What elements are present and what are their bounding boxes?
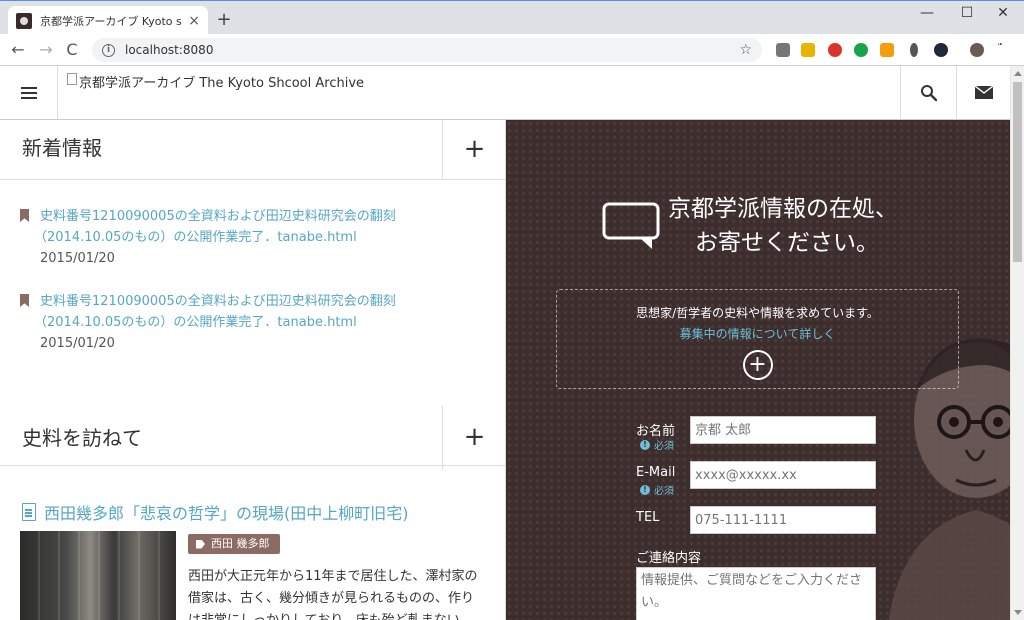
article-link[interactable]: 西田幾多郎「悲哀の哲学」の現場(田中上柳町旧宅) bbox=[22, 500, 409, 524]
browser-tab-strip: 京都学派アーカイブ Kyoto shcool a × + — ☐ ✕ bbox=[0, 0, 1024, 35]
chart-extension-icon[interactable] bbox=[880, 43, 894, 57]
required-text: 必須 bbox=[654, 486, 674, 497]
ruler-extension-icon[interactable] bbox=[801, 43, 815, 57]
pinterest-extension-icon[interactable] bbox=[828, 43, 842, 57]
site-info-icon[interactable]: i bbox=[102, 43, 115, 57]
news-link[interactable]: （2014.10.05のもの）の公開作業完了．tanabe.html bbox=[34, 227, 490, 248]
location-pin-extension-icon[interactable] bbox=[910, 43, 918, 57]
address-bar[interactable]: i localhost:8080 ☆ bbox=[92, 38, 762, 62]
tel-label: TEL bbox=[636, 510, 660, 525]
required-marker: ! 必須 bbox=[640, 482, 674, 497]
browser-tab[interactable]: 京都学派アーカイブ Kyoto shcool a × bbox=[8, 6, 208, 35]
news-item: 史料番号1210090005の全資料および田辺史料研究会の翻刻 （2014.10… bbox=[20, 291, 490, 354]
reload-button[interactable]: C bbox=[62, 40, 82, 60]
news-date: 2015/01/20 bbox=[40, 251, 115, 266]
message-field[interactable] bbox=[636, 567, 876, 620]
scroll-down-arrow-icon[interactable] bbox=[1014, 610, 1022, 615]
contact-heading-line2: お寄せください。 bbox=[695, 230, 879, 256]
profile-avatar-icon[interactable] bbox=[970, 43, 984, 57]
news-section-title: 新着情報 bbox=[22, 136, 102, 160]
site-header: 京都学派アーカイブ The Kyoto Shcool Archive bbox=[0, 66, 1010, 120]
mail-button[interactable] bbox=[956, 66, 1010, 119]
article-title: 西田幾多郎「悲哀の哲学」の現場(田中上柳町旧宅) bbox=[44, 504, 409, 523]
message-label: ご連絡内容 bbox=[636, 551, 702, 566]
camera-extension-icon[interactable] bbox=[776, 43, 790, 57]
grammarly-extension-icon[interactable] bbox=[854, 43, 868, 57]
bookmark-star-icon[interactable]: ☆ bbox=[739, 42, 752, 58]
news-date: 2015/01/20 bbox=[40, 336, 115, 351]
info-text: 思想家/哲学者の史料や情報を求めています。 bbox=[636, 306, 879, 320]
close-window-button[interactable]: ✕ bbox=[988, 5, 1018, 25]
visit-section-title: 史料を訪ねて bbox=[22, 426, 142, 450]
document-icon bbox=[22, 503, 36, 521]
speech-bubble-icon bbox=[602, 202, 660, 249]
scrollbar-thumb[interactable] bbox=[1013, 82, 1022, 262]
info-link[interactable]: 募集中の情報について詳しく bbox=[557, 325, 958, 342]
email-label: E-Mail bbox=[636, 465, 676, 480]
page-scrollbar[interactable] bbox=[1010, 66, 1024, 620]
colorpicker-extension-icon[interactable] bbox=[934, 43, 948, 57]
excerpt-line: は非常にしっかりしており、床も殆ど軋まない。 bbox=[188, 610, 488, 620]
required-text: 必須 bbox=[654, 441, 674, 452]
url-text[interactable]: localhost:8080 bbox=[125, 43, 739, 57]
required-marker: ! 必須 bbox=[640, 437, 674, 452]
excerpt-line: 西田が大正元年から11年まで居住した、澤村家の bbox=[188, 569, 478, 584]
back-button[interactable]: ← bbox=[8, 40, 28, 60]
hamburger-menu-icon[interactable] bbox=[0, 66, 58, 119]
info-box: 思想家/哲学者の史料や情報を求めています。 募集中の情報について詳しく + bbox=[556, 289, 959, 389]
browser-menu-icon[interactable] bbox=[998, 43, 1002, 55]
tab-title: 京都学派アーカイブ Kyoto shcool a bbox=[40, 14, 182, 28]
logo-alt-text: 京都学派アーカイブ The Kyoto Shcool Archive bbox=[79, 76, 365, 91]
tel-field[interactable] bbox=[690, 506, 876, 534]
article-excerpt: 西田が大正元年から11年まで居住した、澤村家の 借家は、古く、幾分傾きが見られる… bbox=[188, 566, 488, 620]
maximize-button[interactable]: ☐ bbox=[952, 5, 982, 25]
info-expand-button[interactable]: + bbox=[742, 350, 773, 380]
new-tab-button[interactable]: + bbox=[214, 9, 234, 30]
news-link[interactable]: （2014.10.05のもの）の公開作業完了．tanabe.html bbox=[34, 312, 490, 333]
search-button[interactable] bbox=[900, 66, 956, 119]
name-field[interactable] bbox=[690, 416, 876, 444]
bookmark-icon bbox=[20, 294, 29, 307]
site-favicon-icon bbox=[16, 12, 32, 29]
bookmark-icon bbox=[20, 209, 29, 222]
broken-image-icon bbox=[67, 73, 77, 85]
search-icon bbox=[920, 84, 937, 101]
person-tag[interactable]: 西田 幾多郎 bbox=[188, 534, 280, 554]
contact-heading-line1: 京都学派情報の在処、 bbox=[668, 196, 898, 222]
article-photo[interactable] bbox=[20, 531, 176, 620]
tag-label: 西田 幾多郎 bbox=[211, 537, 270, 550]
news-item: 史料番号1210090005の全資料および田辺史料研究会の翻刻 （2014.10… bbox=[20, 206, 490, 269]
visit-expand-button[interactable]: + bbox=[442, 406, 505, 470]
news-section-header: 新着情報 + bbox=[0, 120, 505, 180]
visit-section-header: 史料を訪ねて + bbox=[0, 406, 505, 470]
minimize-button[interactable]: — bbox=[912, 5, 942, 25]
scroll-up-arrow-icon[interactable] bbox=[1014, 71, 1022, 76]
tab-close-icon[interactable]: × bbox=[188, 13, 200, 29]
site-logo[interactable]: 京都学派アーカイブ The Kyoto Shcool Archive bbox=[67, 72, 364, 91]
browser-toolbar: ← → C i localhost:8080 ☆ bbox=[0, 34, 1024, 66]
excerpt-line: 借家は、古く、幾分傾きが見られるものの、作り bbox=[188, 591, 475, 606]
forward-button[interactable]: → bbox=[36, 40, 56, 60]
contact-panel: 京都学派情報の在処、 お寄せください。 思想家/哲学者の史料や情報を求めています… bbox=[506, 120, 1010, 620]
tag-icon bbox=[196, 539, 205, 549]
news-link[interactable]: 史料番号1210090005の全資料および田辺史料研究会の翻刻 bbox=[40, 206, 490, 227]
news-link[interactable]: 史料番号1210090005の全資料および田辺史料研究会の翻刻 bbox=[40, 291, 490, 312]
news-expand-button[interactable]: + bbox=[442, 120, 505, 180]
mail-icon bbox=[974, 86, 993, 99]
exclamation-icon: ! bbox=[640, 439, 650, 450]
left-column: 新着情報 + 史料番号1210090005の全資料および田辺史料研究会の翻刻 （… bbox=[0, 120, 506, 620]
email-field[interactable] bbox=[690, 461, 876, 489]
exclamation-icon: ! bbox=[640, 484, 650, 495]
